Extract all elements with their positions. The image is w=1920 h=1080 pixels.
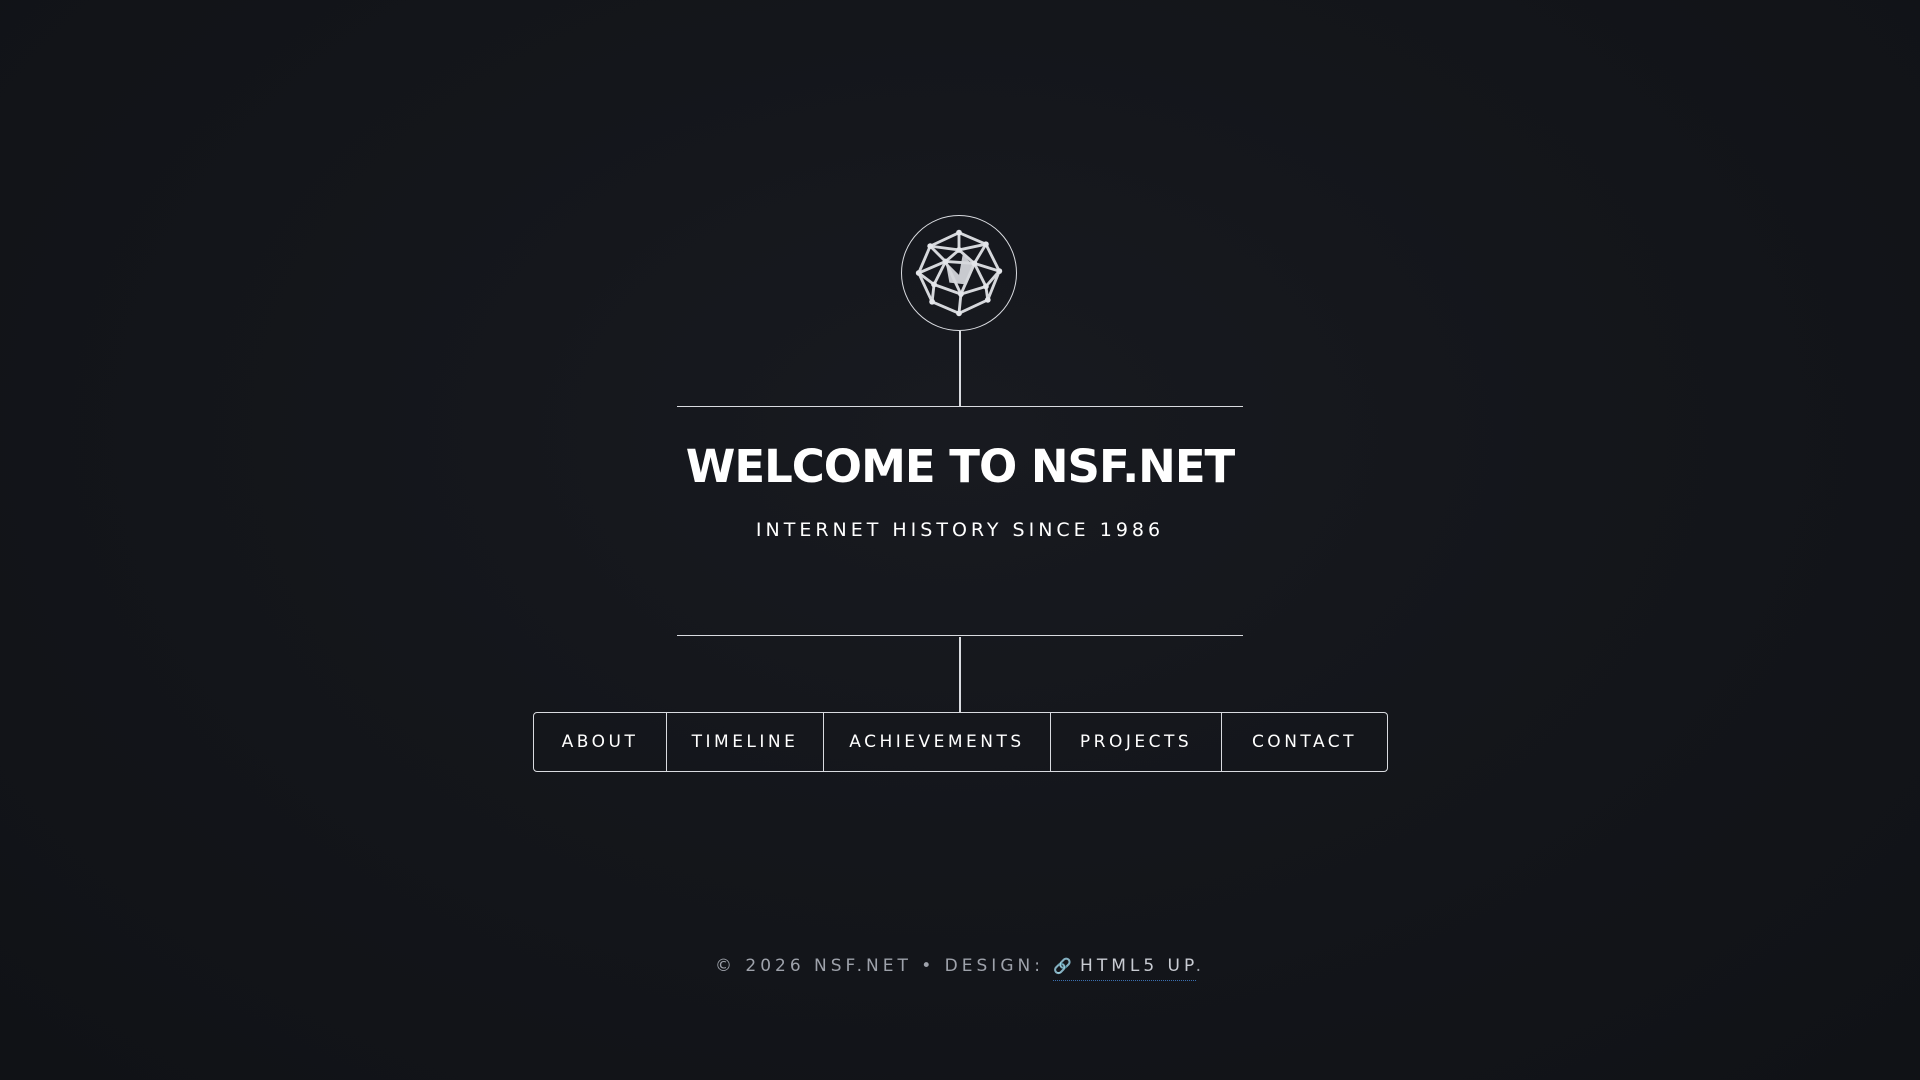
page-subtitle: INTERNET HISTORY SINCE 1986 xyxy=(755,519,1165,541)
nav-item-projects[interactable]: PROJECTS xyxy=(1051,713,1222,771)
page-title: WELCOME TO NSF.NET xyxy=(685,440,1236,493)
logo xyxy=(901,215,1017,331)
footer: © 2026 NSF.NET • DESIGN: 🔗 HTML5 UP. xyxy=(0,956,1920,981)
footer-copyright: © 2026 NSF.NET • DESIGN: xyxy=(714,956,1054,976)
footer-suffix: . xyxy=(1195,956,1206,976)
connector-line-bottom xyxy=(959,637,961,712)
nav-item-achievements[interactable]: ACHIEVEMENTS xyxy=(824,713,1051,771)
network-globe-icon xyxy=(915,229,1003,317)
design-credit-link[interactable]: 🔗 HTML5 UP xyxy=(1053,956,1196,981)
main-nav: ABOUT TIMELINE ACHIEVEMENTS PROJECTS CON… xyxy=(533,712,1388,772)
nav-item-timeline[interactable]: TIMELINE xyxy=(667,713,824,771)
nav-item-about[interactable]: ABOUT xyxy=(534,713,667,771)
connector-line-top xyxy=(959,331,961,406)
design-credit-label: HTML5 UP xyxy=(1080,956,1196,976)
header-content: WELCOME TO NSF.NET INTERNET HISTORY SINC… xyxy=(677,406,1243,636)
page: WELCOME TO NSF.NET INTERNET HISTORY SINC… xyxy=(0,0,1920,1080)
link-icon: 🔗 xyxy=(1053,957,1077,975)
nav-item-contact[interactable]: CONTACT xyxy=(1222,713,1387,771)
